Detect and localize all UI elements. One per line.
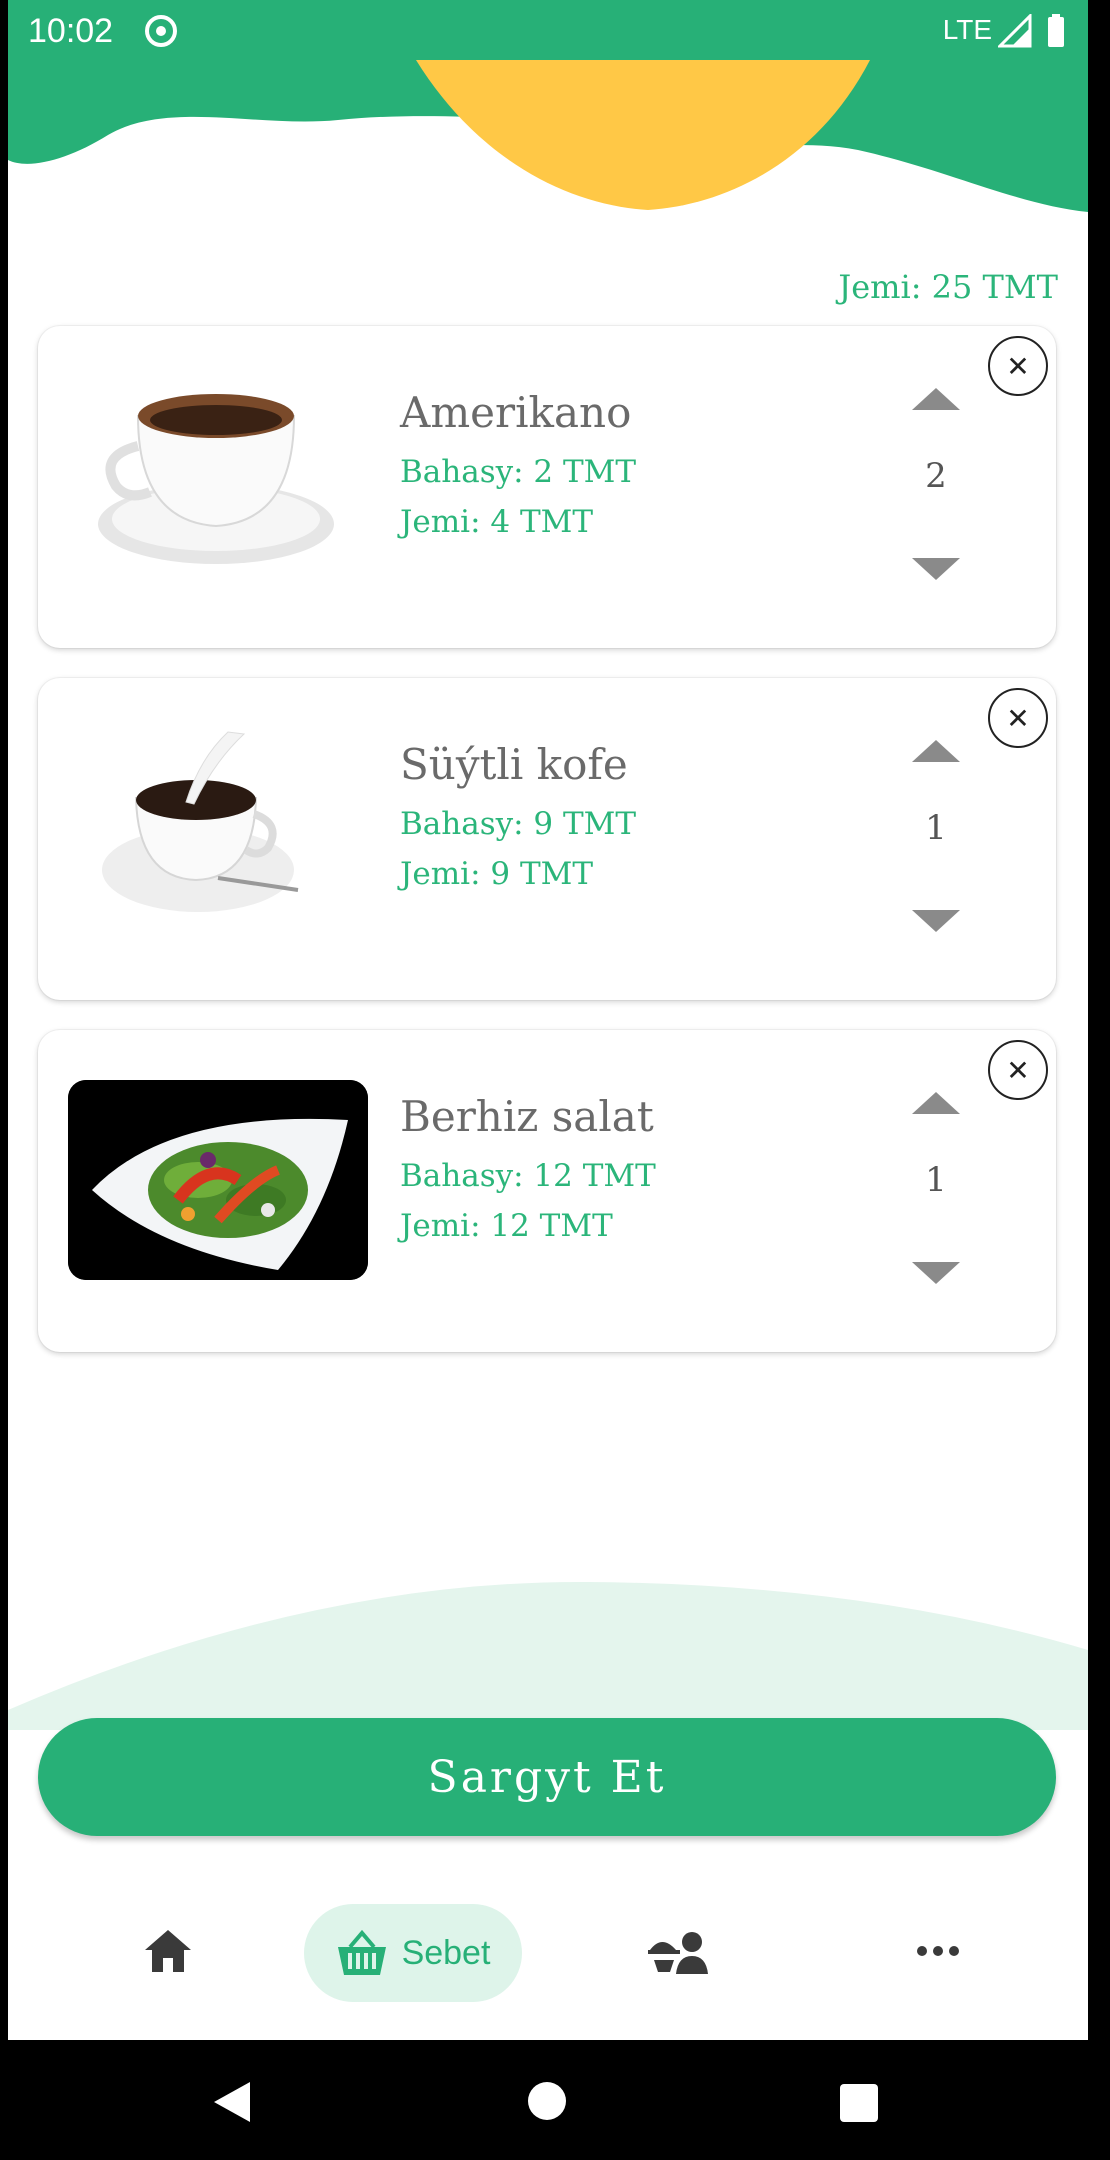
cart-item-card: Süýtli kofe Bahasy: 9 TMT Jemi: 9 TMT 1 … (38, 678, 1056, 1000)
nav-more[interactable] (878, 1862, 998, 2040)
status-time: 10:02 (28, 12, 114, 50)
remove-item-button[interactable]: ✕ (988, 688, 1048, 748)
product-price: Bahasy: 2 TMT (400, 454, 637, 490)
home-icon (145, 1930, 191, 1972)
screen: 10:02 LTE Jemi: 25 TMT Amerikano Bahasy:… (8, 0, 1088, 2040)
network-type: LTE (942, 14, 992, 45)
quantity-value: 2 (925, 456, 947, 496)
remove-item-button[interactable]: ✕ (988, 1040, 1048, 1100)
bottom-navigation: Sebet (8, 1862, 1088, 2040)
quantity-increase-button[interactable] (912, 388, 960, 410)
nav-basket[interactable]: Sebet (304, 1904, 522, 2002)
status-bar: 10:02 LTE (8, 0, 1088, 62)
product-subtotal: Jemi: 9 TMT (400, 856, 594, 892)
home-button-icon[interactable] (528, 2082, 566, 2120)
system-navigation-bar (0, 2040, 1110, 2160)
quantity-decrease-button[interactable] (912, 910, 960, 932)
place-order-button[interactable]: Sargyt Et (38, 1718, 1056, 1836)
back-icon[interactable] (212, 2080, 252, 2124)
cart-item-card: Berhiz salat Bahasy: 12 TMT Jemi: 12 TMT… (38, 1030, 1056, 1352)
basket-icon (337, 1929, 386, 1975)
waiter-icon (648, 1932, 708, 1974)
battery-icon (1048, 14, 1064, 47)
product-subtotal: Jemi: 4 TMT (400, 504, 594, 540)
remove-item-button[interactable]: ✕ (988, 336, 1048, 396)
product-price: Bahasy: 12 TMT (400, 1158, 656, 1194)
nav-waiter[interactable] (618, 1862, 738, 2040)
product-image-americano[interactable] (68, 376, 368, 576)
quantity-increase-button[interactable] (912, 1092, 960, 1114)
product-image-salad[interactable] (68, 1080, 368, 1280)
quantity-decrease-button[interactable] (912, 558, 960, 580)
cart-item-card: Amerikano Bahasy: 2 TMT Jemi: 4 TMT 2 ✕ (38, 326, 1056, 648)
product-name: Amerikano (400, 388, 632, 437)
more-icon (917, 1946, 959, 1956)
data-saver-icon (145, 15, 177, 47)
cart-grand-total: Jemi: 25 TMT (838, 268, 1058, 306)
signal-icon (998, 14, 1032, 48)
product-name: Berhiz salat (400, 1092, 654, 1141)
product-subtotal: Jemi: 12 TMT (400, 1208, 613, 1244)
quantity-value: 1 (925, 1160, 947, 1200)
product-image-milk-coffee[interactable] (68, 728, 368, 928)
nav-basket-label: Sebet (401, 1933, 491, 1972)
recent-apps-icon[interactable] (840, 2084, 878, 2122)
quantity-increase-button[interactable] (912, 740, 960, 762)
quantity-decrease-button[interactable] (912, 1262, 960, 1284)
bottom-decoration (8, 1581, 1088, 1730)
product-price: Bahasy: 9 TMT (400, 806, 637, 842)
nav-home[interactable] (108, 1862, 228, 2040)
quantity-value: 1 (925, 808, 947, 848)
product-name: Süýtli kofe (400, 740, 628, 789)
